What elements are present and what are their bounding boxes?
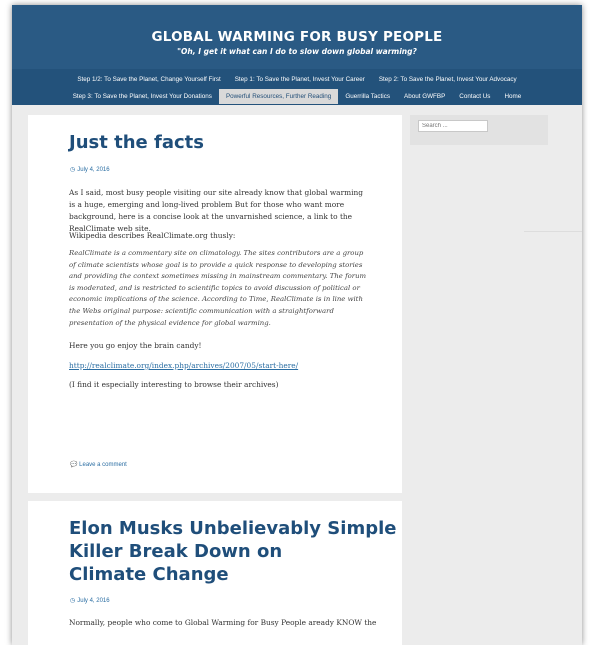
- post-date-text[interactable]: July 4, 2016: [77, 167, 109, 173]
- search-input[interactable]: [418, 120, 488, 132]
- clock-icon: ◷: [70, 167, 76, 173]
- post-link-paragraph: http://realclimate.org/index.php/archive…: [69, 360, 369, 372]
- nav-item-about[interactable]: About GWFBP: [397, 89, 452, 104]
- post-title-line-2[interactable]: Killer Break Down on: [69, 540, 282, 563]
- post-title[interactable]: Just the facts: [69, 131, 204, 154]
- post-date[interactable]: ◷ July 4, 2016: [70, 597, 110, 604]
- post-title-line-1[interactable]: Elon Musks Unbelievably Simple: [69, 517, 396, 540]
- nav-item-invest-advocacy[interactable]: Step 2: To Save the Planet, Invest Your …: [372, 72, 524, 87]
- post-title-line-3[interactable]: Climate Change: [69, 563, 229, 586]
- nav-item-invest-donations[interactable]: Step 3: To Save the Planet, Invest Your …: [66, 89, 219, 104]
- post-card-just-the-facts: Just the facts ◷ July 4, 2016 As I said, …: [28, 115, 402, 493]
- speech-bubble-icon: 💬: [70, 462, 78, 468]
- post-paragraph-intro: Normally, people who come to Global Warm…: [69, 618, 377, 627]
- leave-comment-link[interactable]: 💬 Leave a comment: [70, 461, 127, 468]
- post-paragraph-intro: As I said, most busy people visiting our…: [69, 188, 363, 233]
- sidebar-search-widget: [410, 115, 548, 145]
- browser-page-frame: GLOBAL WARMING FOR BUSY PEOPLE "Oh, I ge…: [12, 5, 582, 645]
- post-blockquote: RealClimate is a commentary site on clim…: [69, 249, 367, 327]
- post-paragraph-enjoy: Here you go enjoy the brain candy!: [69, 341, 202, 350]
- sidebar-divider: [524, 231, 582, 232]
- site-title[interactable]: GLOBAL WARMING FOR BUSY PEOPLE: [12, 29, 582, 45]
- post-paragraph-archives: (I find it especially interesting to bro…: [69, 380, 279, 389]
- realclimate-link[interactable]: http://realclimate.org/index.php/archive…: [69, 361, 298, 370]
- main-navigation: Step 1/2: To Save the Planet, Change You…: [12, 69, 582, 105]
- post-date-text[interactable]: July 4, 2016: [77, 598, 109, 604]
- nav-row-1: Step 1/2: To Save the Planet, Change You…: [12, 71, 582, 87]
- nav-item-invest-career[interactable]: Step 1: To Save the Planet, Invest Your …: [228, 72, 372, 87]
- post-date[interactable]: ◷ July 4, 2016: [70, 166, 110, 173]
- nav-item-change-yourself[interactable]: Step 1/2: To Save the Planet, Change You…: [70, 72, 227, 87]
- nav-item-home[interactable]: Home: [497, 89, 528, 104]
- post-paragraph-wikipedia: Wikipedia describes RealClimate.org thus…: [69, 231, 236, 240]
- leave-comment-label[interactable]: Leave a comment: [79, 462, 127, 468]
- site-tagline: "Oh, I get it what can I do to slow down…: [177, 47, 417, 56]
- nav-row-2: Step 3: To Save the Planet, Invest Your …: [12, 88, 582, 104]
- nav-item-guerrilla-tactics[interactable]: Guerrilla Tactics: [338, 89, 397, 104]
- nav-item-powerful-resources[interactable]: Powerful Resources, Further Reading: [218, 88, 339, 104]
- clock-icon: ◷: [70, 598, 76, 604]
- site-header: GLOBAL WARMING FOR BUSY PEOPLE "Oh, I ge…: [12, 5, 582, 69]
- post-card-elon-musk: Elon Musks Unbelievably Simple Killer Br…: [28, 501, 402, 645]
- nav-item-contact[interactable]: Contact Us: [452, 89, 497, 104]
